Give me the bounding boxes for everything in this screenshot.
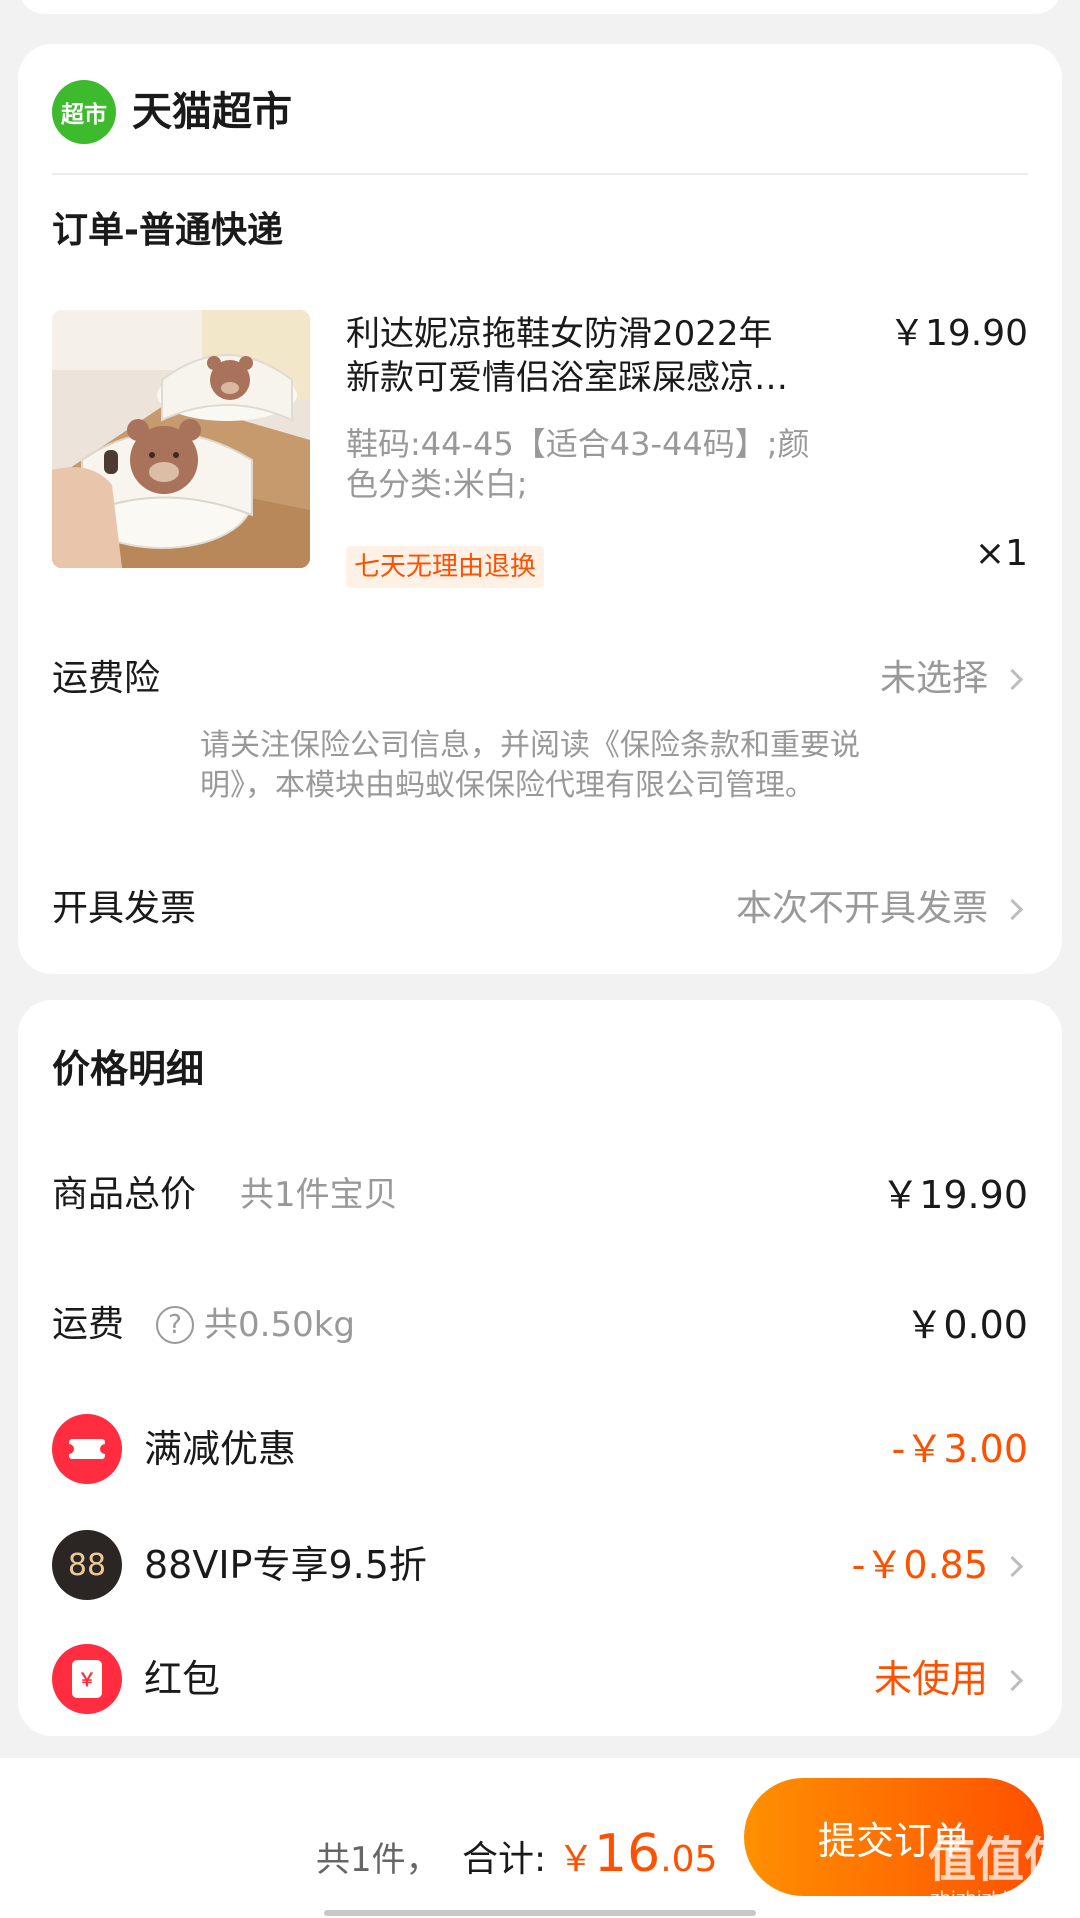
- help-icon-glyph: ?: [168, 1310, 182, 1340]
- vip-88-icon: 88: [52, 1530, 122, 1600]
- shipping-insurance-value[interactable]: 未选择: [880, 656, 988, 702]
- discount-coupon-icon: [52, 1414, 122, 1484]
- shipping-insurance-label: 运费险: [52, 658, 161, 699]
- product-spec-line1[interactable]: 鞋码:44-45【适合43-44码】;颜: [346, 424, 810, 464]
- price-detail-card: 价格明细 商品总价 共1件宝贝 ￥19.90 运费 ? 共0.50kg ￥0.0…: [18, 1000, 1062, 1736]
- goods-total-value: ￥19.90: [881, 1173, 1028, 1217]
- order-card: 超市 天猫超市 订单-普通快递 利达妮凉拖鞋女防滑2022年 新款可爱情侣浴室踩…: [18, 44, 1062, 974]
- insurance-notice-line1: 请关注保险公司信息，并阅读《保险条款和重要说: [200, 728, 860, 763]
- watermark-url: zhizhizhi.com: [930, 1888, 1052, 1909]
- invoice-value[interactable]: 本次不开具发票: [736, 886, 988, 932]
- footer-total-dec: .05: [660, 1839, 718, 1880]
- bottom-bar: 共1件， 合计: ￥16.05 提交订单 值值值 zhizhizhi.com: [0, 1758, 1080, 1918]
- vip-chevron-icon[interactable]: [1001, 1555, 1024, 1578]
- footer-count: 共1件，: [316, 1840, 440, 1880]
- price-detail-title: 价格明细: [52, 1047, 205, 1091]
- product-name-line1[interactable]: 利达妮凉拖鞋女防滑2022年: [346, 312, 773, 356]
- red-packet-icon: ￥: [52, 1644, 122, 1714]
- store-logo-text: 超市: [61, 102, 107, 128]
- discount-value: -￥3.00: [891, 1427, 1028, 1471]
- red-packet-chevron-icon[interactable]: [1001, 1669, 1024, 1692]
- insurance-notice-line2: 明》，本模块由蚂蚁保保险代理有限公司管理。: [200, 768, 815, 803]
- freight-help-icon[interactable]: ?: [156, 1306, 194, 1344]
- goods-total-sub: 共1件宝贝: [240, 1175, 398, 1215]
- footer-total: ￥16.05: [558, 1822, 717, 1898]
- shipping-insurance-chevron-icon[interactable]: [1001, 668, 1024, 691]
- product-price: ￥19.90: [888, 313, 1028, 354]
- slipper-image: [52, 310, 310, 568]
- previous-card-bottom: [18, 0, 1062, 14]
- store-name[interactable]: 天猫超市: [132, 86, 292, 138]
- goods-total-label: 商品总价: [52, 1174, 197, 1215]
- home-indicator: [324, 1910, 756, 1916]
- footer-total-int: 16: [594, 1824, 661, 1884]
- red-packet-label: 红包: [144, 1657, 221, 1701]
- vip-label: 88VIP专享9.5折: [144, 1543, 427, 1587]
- store-divider: [52, 173, 1028, 175]
- freight-sub: 共0.50kg: [204, 1305, 355, 1345]
- product-image[interactable]: [52, 310, 310, 568]
- invoice-chevron-icon[interactable]: [1001, 898, 1024, 921]
- footer-currency: ￥: [558, 1839, 595, 1880]
- red-packet-value[interactable]: 未使用: [874, 1655, 988, 1703]
- vip-value[interactable]: -￥0.85: [852, 1541, 988, 1589]
- invoice-label: 开具发票: [52, 888, 197, 929]
- product-quantity: ×1: [974, 533, 1028, 574]
- product-spec-line2[interactable]: 色分类:米白;: [346, 464, 528, 504]
- watermark-text: 值值值: [928, 1832, 1073, 1888]
- return-policy-tag: 七天无理由退换: [346, 546, 545, 588]
- store-logo: 超市: [52, 80, 116, 144]
- freight-label: 运费: [52, 1304, 125, 1345]
- product-name-line2[interactable]: 新款可爱情侣浴室踩屎感凉…: [346, 356, 788, 400]
- footer-total-label: 合计:: [462, 1839, 547, 1880]
- red-packet-glyph: ￥: [78, 1670, 96, 1691]
- vip-88-text: 88: [67, 1547, 107, 1583]
- order-type-title: 订单-普通快递: [52, 210, 283, 251]
- freight-value: ￥0.00: [905, 1303, 1028, 1347]
- discount-label: 满减优惠: [144, 1427, 297, 1471]
